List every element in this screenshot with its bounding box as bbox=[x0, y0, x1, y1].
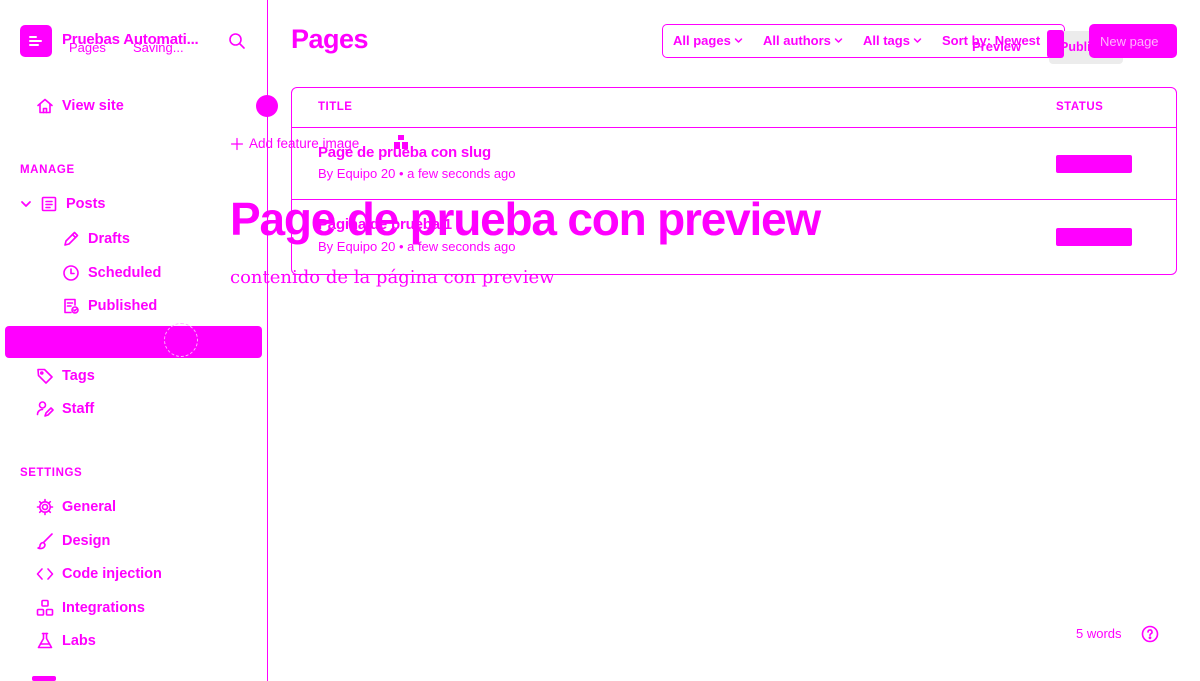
add-feature-image-label: Add feature image bbox=[249, 136, 360, 151]
settings-toggle-button[interactable] bbox=[1047, 30, 1064, 58]
nav-posts-label: Posts bbox=[66, 196, 106, 212]
nav-posts[interactable]: Posts bbox=[20, 195, 106, 213]
code-icon bbox=[36, 568, 54, 580]
nav-design[interactable]: Design bbox=[36, 532, 110, 550]
clock-icon bbox=[63, 265, 79, 281]
chevron-down-icon bbox=[834, 38, 843, 43]
nav-scheduled-label: Scheduled bbox=[88, 265, 162, 281]
nav-labs[interactable]: Labs bbox=[36, 632, 96, 650]
column-title-header: TITLE bbox=[318, 101, 353, 113]
nav-labs-label: Labs bbox=[62, 633, 96, 649]
nav-drafts[interactable]: Drafts bbox=[62, 230, 130, 248]
filter-authors-label: All authors bbox=[763, 33, 831, 48]
page-title: Pages bbox=[291, 24, 369, 54]
resize-handle[interactable] bbox=[256, 95, 278, 117]
published-icon bbox=[64, 298, 79, 314]
search-icon[interactable] bbox=[228, 32, 246, 50]
loading-spinner bbox=[164, 323, 198, 357]
brush-icon bbox=[37, 533, 53, 550]
add-feature-image-button[interactable]: Add feature image bbox=[230, 136, 359, 151]
filter-pages-label: All pages bbox=[673, 33, 731, 48]
status-badge bbox=[1056, 228, 1132, 246]
user-avatar[interactable] bbox=[32, 676, 56, 681]
gear-icon bbox=[36, 498, 54, 516]
nav-design-label: Design bbox=[62, 533, 111, 549]
nav-tags[interactable]: Tags bbox=[36, 367, 95, 385]
manage-section-title: MANAGE bbox=[20, 164, 75, 176]
nav-integrations[interactable]: Integrations bbox=[36, 599, 145, 617]
plus-icon bbox=[230, 137, 244, 150]
chevron-down-icon bbox=[734, 38, 743, 43]
posts-icon bbox=[41, 196, 57, 212]
nav-code-injection[interactable]: Code injection bbox=[36, 565, 162, 583]
word-count: 5 words bbox=[1076, 626, 1122, 641]
sidebar: Pruebas Automati... Pages Saving... View… bbox=[0, 0, 267, 681]
chevron-down-icon bbox=[913, 38, 922, 43]
home-icon bbox=[37, 98, 53, 114]
status-badge bbox=[1056, 155, 1132, 173]
nav-code-injection-label: Code injection bbox=[62, 566, 162, 582]
tag-icon bbox=[37, 368, 53, 384]
integrations-icon bbox=[36, 599, 54, 616]
preview-button[interactable]: Preview bbox=[972, 39, 1021, 54]
breadcrumb-pages[interactable]: Pages bbox=[69, 40, 106, 55]
nav-drafts-label: Drafts bbox=[88, 231, 130, 247]
nav-staff[interactable]: Staff bbox=[36, 400, 94, 418]
filter-tags[interactable]: All tags bbox=[863, 33, 922, 48]
help-icon[interactable] bbox=[1141, 625, 1159, 643]
new-page-label: New page bbox=[1100, 34, 1159, 49]
flask-icon bbox=[37, 632, 53, 649]
nav-scheduled[interactable]: Scheduled bbox=[62, 264, 161, 282]
column-status-header: STATUS bbox=[1056, 101, 1104, 113]
saving-status: Saving... bbox=[133, 40, 184, 55]
editor-body[interactable]: contenido de la página con preview bbox=[230, 267, 555, 288]
filter-authors[interactable]: All authors bbox=[763, 33, 843, 48]
site-logo[interactable] bbox=[20, 25, 52, 57]
nav-view-site-label: View site bbox=[62, 98, 124, 114]
nav-general-label: General bbox=[62, 499, 116, 515]
filter-pages[interactable]: All pages bbox=[673, 33, 743, 48]
staff-icon bbox=[36, 401, 54, 417]
nav-staff-label: Staff bbox=[62, 401, 95, 417]
editor-title[interactable]: Page de prueba con preview bbox=[230, 192, 821, 246]
nav-integrations-label: Integrations bbox=[62, 600, 145, 616]
chevron-down-icon[interactable] bbox=[20, 198, 32, 210]
header-divider bbox=[292, 127, 1176, 128]
filter-tags-label: All tags bbox=[863, 33, 910, 48]
nav-published[interactable]: Published bbox=[62, 297, 157, 315]
nav-pages-active[interactable] bbox=[5, 326, 262, 358]
settings-section-title: SETTINGS bbox=[20, 467, 83, 479]
nav-tags-label: Tags bbox=[62, 368, 95, 384]
pencil-icon bbox=[64, 231, 79, 246]
nav-general[interactable]: General bbox=[36, 498, 116, 516]
nav-published-label: Published bbox=[88, 298, 158, 314]
nav-view-site[interactable]: View site bbox=[36, 97, 124, 115]
publish-button[interactable]: Publi bbox=[1060, 40, 1091, 54]
image-drag-icon[interactable] bbox=[394, 135, 408, 149]
table-row-meta: By Equipo 20 • a few seconds ago bbox=[318, 166, 516, 181]
